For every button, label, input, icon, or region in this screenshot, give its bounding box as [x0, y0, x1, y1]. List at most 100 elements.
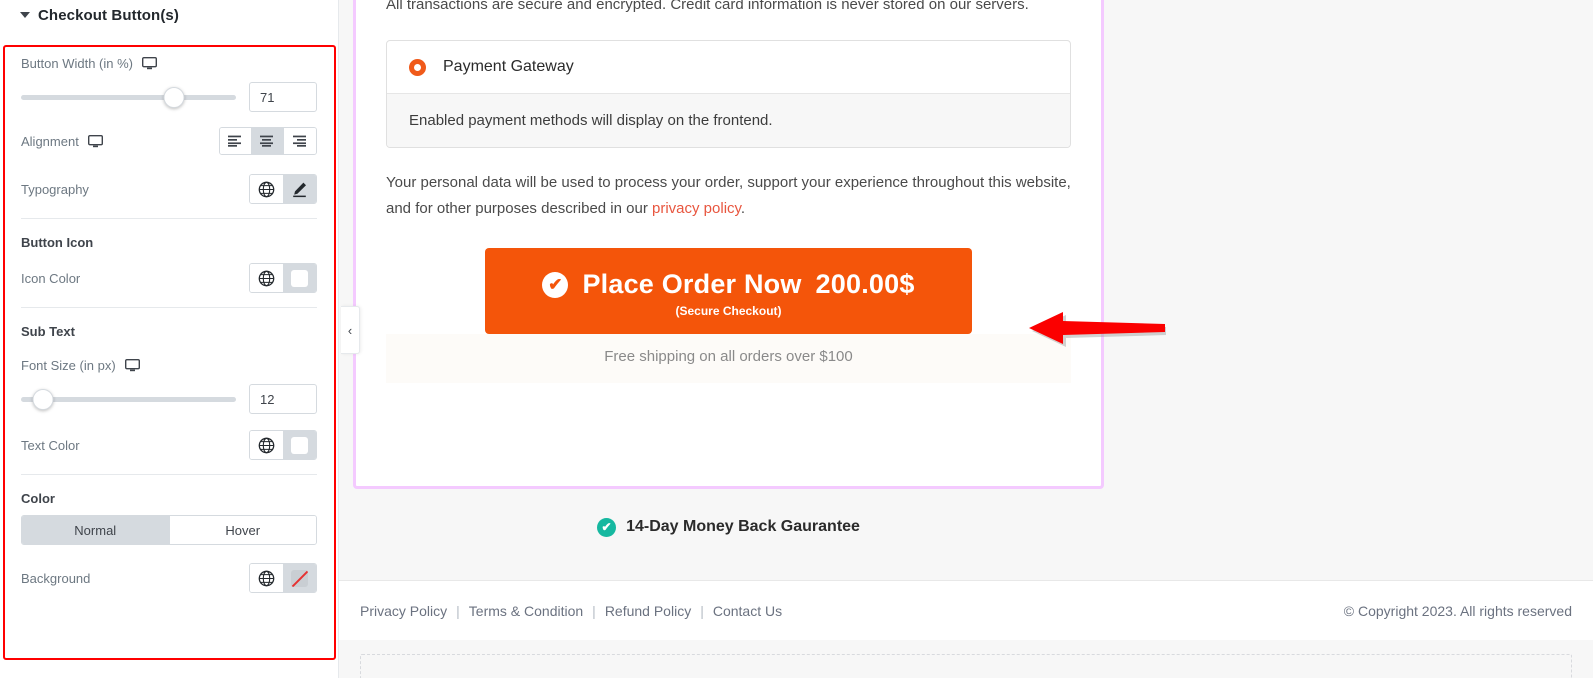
check-circle-icon: ✔ — [542, 271, 569, 298]
background-row: Background — [21, 561, 317, 595]
money-back-guarantee-bar: ✔ 14-Day Money Back Gaurantee — [353, 494, 1104, 560]
payment-gateway-note: Enabled payment methods will display on … — [387, 94, 1070, 147]
typography-controls — [249, 174, 317, 204]
align-right-button[interactable] — [284, 128, 316, 154]
payment-gateway-title: Payment Gateway — [443, 58, 574, 75]
font-size-label-row: Font Size (in px) — [21, 348, 317, 382]
align-center-button[interactable] — [252, 128, 284, 154]
button-width-label: Button Width (in %) — [21, 56, 317, 71]
control-background: Background — [0, 561, 338, 595]
privacy-text-after: . — [740, 200, 746, 217]
preview-canvas: All transactions are secure and encrypte… — [339, 0, 1593, 678]
slider-track — [21, 94, 236, 100]
heading-button-icon: Button Icon — [0, 229, 338, 255]
pencil-icon[interactable] — [283, 175, 316, 203]
site-footer: Privacy Policy | Terms & Condition | Ref… — [339, 580, 1593, 640]
icon-color-row: Icon Color — [21, 261, 317, 295]
divider — [21, 218, 317, 219]
font-size-input[interactable]: 12 — [249, 384, 317, 414]
privacy-policy-link[interactable]: privacy policy — [652, 200, 741, 217]
alignment-row: Alignment — [21, 124, 317, 158]
icon-color-label: Icon Color — [21, 270, 81, 286]
payment-gateway-card: Payment Gateway Enabled payment methods … — [386, 40, 1071, 148]
panel-collapse-button[interactable]: ‹ — [341, 306, 360, 354]
button-icon-heading: Button Icon — [21, 234, 94, 250]
empty-section-placeholder[interactable] — [360, 654, 1572, 678]
align-left-button[interactable] — [220, 128, 252, 154]
font-size-label: Font Size (in px) — [21, 358, 317, 373]
typography-row: Typography — [21, 172, 317, 206]
place-order-amount: 200.00$ — [815, 269, 915, 299]
color-heading: Color — [21, 490, 55, 506]
footer-links: Privacy Policy | Terms & Condition | Ref… — [360, 603, 782, 619]
place-order-sub-label: (Secure Checkout) — [675, 304, 782, 318]
alignment-label: Alignment — [21, 134, 219, 149]
control-font-size: Font Size (in px) 12 — [0, 348, 338, 414]
slider-handle[interactable] — [32, 388, 53, 410]
checkout-preview-frame: All transactions are secure and encrypte… — [353, 0, 1104, 489]
payment-gateway-option[interactable]: Payment Gateway — [387, 41, 1070, 94]
place-order-button[interactable]: ✔ Place Order Now 200.00$ (Secure Checko… — [485, 248, 972, 334]
button-width-input[interactable]: 71 — [249, 82, 317, 112]
bottom-strip — [339, 640, 1593, 678]
left-pointing-arrow — [1029, 312, 1166, 347]
sub-text-heading: Sub Text — [21, 323, 75, 339]
place-order-label: Place Order Now — [582, 269, 802, 299]
radio-selected-icon[interactable] — [409, 58, 426, 76]
button-width-slider[interactable] — [21, 86, 236, 108]
footer-link-refund-policy[interactable]: Refund Policy — [605, 603, 691, 619]
guarantee-text: 14-Day Money Back Gaurantee — [626, 518, 860, 535]
text-color-row: Text Color — [21, 428, 317, 462]
alignment-choice-group — [219, 127, 317, 155]
control-icon-color: Icon Color — [0, 261, 338, 295]
copyright-text: © Copyright 2023. All rights reserved — [1343, 602, 1572, 619]
globe-icon[interactable] — [250, 431, 283, 459]
button-width-label-row: Button Width (in %) — [21, 46, 317, 80]
font-size-slider[interactable] — [21, 388, 236, 410]
footer-link-privacy-policy[interactable]: Privacy Policy — [360, 603, 447, 619]
footer-link-contact-us[interactable]: Contact Us — [713, 603, 782, 619]
slider-track — [21, 396, 236, 402]
section-title: Checkout Button(s) — [38, 6, 179, 24]
color-swatch-icon[interactable] — [283, 264, 316, 292]
section-header-checkout-buttons[interactable]: Checkout Button(s) — [0, 0, 338, 30]
font-size-slider-row: 12 — [21, 384, 317, 414]
secure-transactions-note: All transactions are secure and encrypte… — [386, 0, 1029, 13]
globe-icon[interactable] — [250, 264, 283, 292]
tab-hover[interactable]: Hover — [169, 516, 316, 544]
color-state-tab-group: Normal Hover — [21, 515, 317, 545]
privacy-policy-note: Your personal data will be used to proce… — [386, 170, 1071, 222]
typography-label: Typography — [21, 181, 89, 197]
divider — [21, 474, 317, 475]
slider-handle[interactable] — [163, 86, 185, 108]
footer-link-terms-condition[interactable]: Terms & Condition — [469, 603, 583, 619]
divider — [21, 307, 317, 308]
style-settings-panel: Checkout Button(s) Button Width (in %) 7… — [0, 0, 339, 678]
control-text-color: Text Color — [0, 428, 338, 462]
background-controls — [249, 563, 317, 593]
desktop-icon[interactable] — [87, 134, 103, 148]
app-root: Checkout Button(s) Button Width (in %) 7… — [0, 0, 1593, 678]
globe-icon[interactable] — [250, 175, 283, 203]
control-typography: Typography — [0, 172, 338, 206]
tab-normal[interactable]: Normal — [22, 516, 170, 544]
chevron-down-icon — [20, 12, 30, 18]
desktop-icon[interactable] — [142, 56, 157, 70]
desktop-icon[interactable] — [124, 358, 140, 372]
check-circle-icon: ✔ — [597, 517, 617, 537]
background-label: Background — [21, 570, 91, 586]
color-swatch-icon[interactable] — [283, 431, 316, 459]
free-shipping-note: Free shipping on all orders over $100 — [386, 334, 1071, 383]
footer-separator: | — [456, 602, 460, 619]
control-color-state-tabs: Normal Hover — [0, 515, 338, 545]
icon-color-controls — [249, 263, 317, 293]
button-width-slider-row: 71 — [21, 82, 317, 112]
text-color-controls — [249, 430, 317, 460]
control-button-width: Button Width (in %) 71 — [0, 46, 338, 112]
no-color-swatch-icon[interactable] — [283, 564, 316, 592]
footer-separator: | — [700, 602, 704, 619]
globe-icon[interactable] — [250, 564, 283, 592]
footer-separator: | — [592, 602, 596, 619]
heading-color: Color — [0, 485, 338, 511]
control-alignment: Alignment — [0, 124, 338, 158]
